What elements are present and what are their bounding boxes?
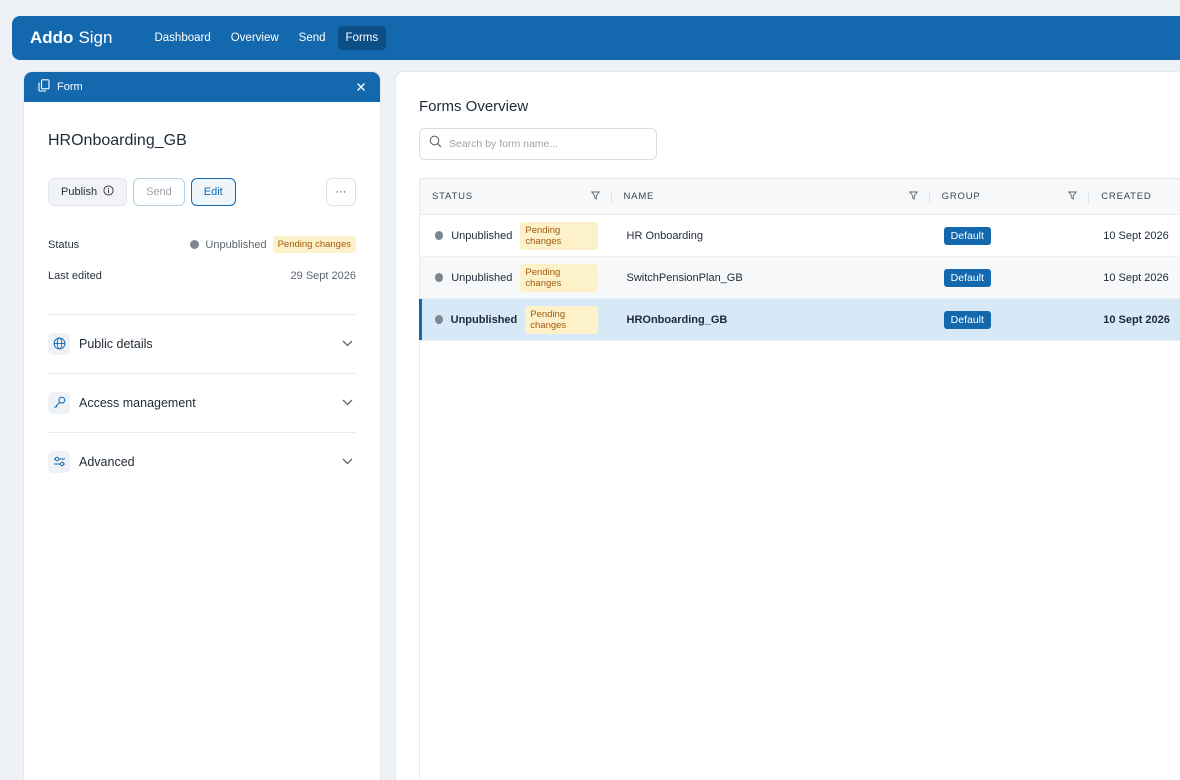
chevron-down-icon (340, 396, 354, 410)
section-advanced[interactable]: Advanced (48, 432, 356, 490)
column-header-group[interactable]: GROUP (930, 179, 1090, 214)
status-text: Unpublished (450, 313, 518, 326)
group-cell: Default (930, 299, 1090, 340)
more-options-button[interactable]: ··· (326, 178, 356, 206)
close-icon[interactable] (356, 79, 366, 95)
filter-icon[interactable] (590, 191, 600, 203)
search-input[interactable] (449, 138, 639, 150)
form-detail-panel: Form HROnboarding_GB Publish Send Edit ·… (24, 72, 380, 780)
info-icon (103, 185, 114, 199)
status-cell: Unpublished Pending changes (420, 257, 612, 298)
status-dot-icon (435, 315, 443, 324)
filter-icon[interactable] (1068, 191, 1078, 203)
created-cell: 10 Sept 2026 (1103, 271, 1169, 284)
form-name-cell: HR Onboarding (626, 229, 703, 242)
status-text: Unpublished (451, 229, 513, 242)
status-cell: Unpublished Pending changes (420, 299, 612, 340)
publish-button[interactable]: Publish (48, 178, 128, 206)
brand-name-bold: Addo (30, 28, 74, 47)
panel-header-title: Form (57, 81, 83, 93)
table-row[interactable]: Unpublished Pending changes HR Onboardin… (420, 215, 1180, 257)
chevron-down-icon (340, 455, 354, 469)
section-access-management[interactable]: Access management (48, 373, 356, 431)
main-nav: Dashboard Overview Send Forms (146, 26, 387, 50)
section-label: Advanced (79, 454, 135, 469)
pending-changes-badge: Pending changes (272, 236, 356, 253)
group-cell: Default (930, 215, 1090, 256)
last-edited-label: Last edited (48, 270, 102, 282)
chevron-down-icon (340, 337, 354, 351)
column-label: CREATED (1101, 191, 1152, 202)
table-row-selected[interactable]: Unpublished Pending changes HROnboarding… (419, 299, 1180, 341)
edit-button[interactable]: Edit (190, 178, 236, 206)
last-edited-row: Last edited 29 Sept 2026 (48, 270, 356, 282)
form-name-cell: HROnboarding_GB (626, 313, 728, 326)
top-navigation-bar: Addo Sign Dashboard Overview Send Forms (12, 16, 1180, 60)
column-header-created[interactable]: CREATED (1089, 179, 1180, 214)
status-text: Unpublished (451, 271, 513, 284)
status-dot-icon (435, 231, 444, 240)
section-label: Access management (79, 395, 196, 410)
status-dot-icon (190, 240, 200, 249)
column-header-status[interactable]: STATUS (420, 179, 612, 214)
status-cell: Unpublished Pending changes (420, 215, 612, 256)
section-public-details[interactable]: Public details (48, 314, 356, 372)
column-label: STATUS (432, 191, 473, 202)
status-dot-icon (435, 273, 444, 282)
app-logo[interactable]: Addo Sign (30, 28, 112, 48)
column-label: GROUP (941, 191, 981, 202)
globe-icon (48, 332, 70, 355)
forms-table: STATUS NAME GROUP CREATED Unpublished Pe… (419, 178, 1180, 780)
sliders-icon (48, 450, 70, 473)
forms-overview-main: Forms Overview STATUS NAME GROUP (396, 72, 1180, 780)
column-header-name[interactable]: NAME (612, 179, 930, 214)
search-icon (429, 135, 442, 153)
status-value: Unpublished (205, 238, 267, 251)
section-label: Public details (79, 336, 153, 351)
form-name-cell: SwitchPensionPlan_GB (626, 271, 743, 284)
status-label: Status (48, 238, 80, 251)
pending-changes-badge: Pending changes (520, 263, 598, 292)
created-cell: 10 Sept 2026 (1103, 313, 1170, 326)
created-cell: 10 Sept 2026 (1103, 229, 1169, 242)
last-edited-value: 29 Sept 2026 (290, 270, 356, 282)
group-badge: Default (943, 310, 991, 329)
brand-name-light: Sign (78, 28, 113, 47)
pending-changes-badge: Pending changes (525, 305, 598, 334)
nav-item-send[interactable]: Send (291, 26, 334, 50)
group-cell: Default (930, 257, 1090, 298)
page-title: Forms Overview (419, 98, 529, 115)
filter-icon[interactable] (908, 191, 918, 203)
panel-header: Form (24, 72, 380, 102)
form-actions: Publish Send Edit (48, 178, 236, 206)
nav-item-dashboard[interactable]: Dashboard (146, 26, 218, 50)
form-title: HROnboarding_GB (48, 132, 187, 149)
status-row: Status Unpublished Pending changes (48, 236, 356, 253)
search-box (419, 128, 657, 160)
group-badge: Default (943, 226, 991, 245)
group-badge: Default (943, 268, 991, 287)
nav-item-overview[interactable]: Overview (223, 26, 287, 50)
table-row[interactable]: Unpublished Pending changes SwitchPensio… (420, 257, 1180, 299)
form-document-icon (38, 79, 50, 95)
pending-changes-badge: Pending changes (520, 221, 598, 250)
column-label: NAME (623, 191, 655, 202)
nav-item-forms[interactable]: Forms (337, 26, 387, 50)
key-icon (48, 391, 70, 414)
send-button[interactable]: Send (133, 178, 185, 206)
publish-button-label: Publish (61, 186, 98, 198)
table-header: STATUS NAME GROUP CREATED (420, 179, 1180, 215)
